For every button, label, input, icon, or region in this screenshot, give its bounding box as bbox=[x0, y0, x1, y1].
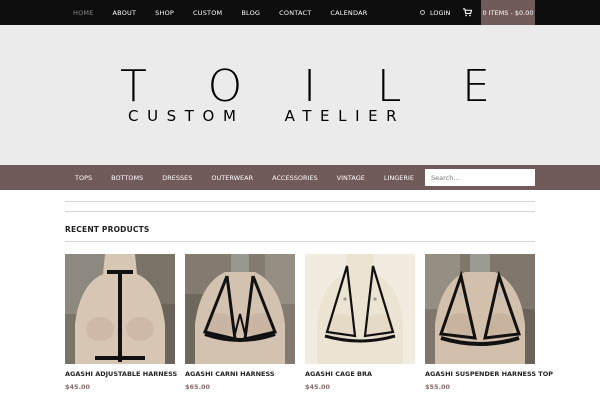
product-price: $65.00 bbox=[185, 383, 211, 391]
product-name[interactable]: AGASHI CARNI HARNESS bbox=[185, 370, 275, 378]
login-link[interactable]: LOGIN bbox=[420, 0, 450, 25]
product-name[interactable]: AGASHI ADJUSTABLE HARNESS bbox=[65, 370, 177, 378]
product-image[interactable] bbox=[65, 254, 175, 364]
nav-calendar[interactable]: CALENDAR bbox=[330, 9, 367, 17]
nav-about[interactable]: ABOUT bbox=[113, 9, 137, 17]
top-nav: HOME ABOUT SHOP CUSTOM BLOG CONTACT CALE… bbox=[73, 0, 386, 25]
product-card[interactable]: AGASHI CAGE BRA $45.00 bbox=[305, 254, 415, 391]
nav-custom[interactable]: CUSTOM bbox=[193, 9, 222, 17]
top-bar: HOME ABOUT SHOP CUSTOM BLOG CONTACT CALE… bbox=[0, 0, 600, 25]
user-icon bbox=[420, 10, 425, 15]
product-card[interactable]: AGASHI ADJUSTABLE HARNESS $45.00 bbox=[65, 254, 177, 391]
product-card[interactable]: AGASHI CARNI HARNESS $65.00 bbox=[185, 254, 295, 391]
product-price: $45.00 bbox=[65, 383, 91, 391]
category-dresses[interactable]: DRESSES bbox=[162, 174, 192, 182]
product-image[interactable] bbox=[305, 254, 415, 364]
logo-letter: E bbox=[462, 61, 490, 112]
site-logo[interactable]: T O I L E bbox=[120, 65, 490, 109]
site-header: T O I L E CUSTOM ATELIER bbox=[0, 25, 600, 165]
category-nav: TOPS BOTTOMS DRESSES OUTERWEAR ACCESSORI… bbox=[75, 165, 433, 190]
login-label: LOGIN bbox=[430, 8, 451, 17]
category-vintage[interactable]: VINTAGE bbox=[337, 174, 365, 182]
category-accessories[interactable]: ACCESSORIES bbox=[272, 174, 318, 182]
recent-products-title: RECENT PRODUCTS bbox=[65, 225, 150, 234]
product-name[interactable]: AGASHI SUSPENDER HARNESS TOP bbox=[425, 370, 553, 378]
logo-subtitle: CUSTOM ATELIER bbox=[128, 107, 406, 125]
nav-shop[interactable]: SHOP bbox=[155, 9, 174, 17]
category-bottoms[interactable]: BOTTOMS bbox=[111, 174, 143, 182]
product-card[interactable]: AGASHI SUSPENDER HARNESS TOP $55.00 bbox=[425, 254, 553, 391]
category-outerwear[interactable]: OUTERWEAR bbox=[211, 174, 253, 182]
divider bbox=[65, 201, 535, 202]
category-lingerie[interactable]: LINGERIE bbox=[384, 174, 414, 182]
logo-letter: L bbox=[376, 61, 402, 112]
search-input[interactable] bbox=[425, 169, 535, 186]
nav-contact[interactable]: CONTACT bbox=[279, 9, 311, 17]
cart-summary-button[interactable]: 0 ITEMS - $0.00 bbox=[481, 0, 535, 25]
divider bbox=[65, 211, 535, 212]
cart-icon[interactable] bbox=[463, 8, 472, 17]
product-price: $55.00 bbox=[425, 383, 451, 391]
product-name[interactable]: AGASHI CAGE BRA bbox=[305, 370, 372, 378]
nav-blog[interactable]: BLOG bbox=[241, 9, 260, 17]
logo-letter: I bbox=[303, 61, 317, 112]
product-image[interactable] bbox=[185, 254, 295, 364]
logo-letter: T bbox=[120, 61, 147, 112]
divider bbox=[65, 241, 535, 242]
category-tops[interactable]: TOPS bbox=[75, 174, 92, 182]
nav-home[interactable]: HOME bbox=[73, 9, 94, 17]
product-price: $45.00 bbox=[305, 383, 331, 391]
cart-summary-label: 0 ITEMS - $0.00 bbox=[482, 8, 534, 17]
product-image[interactable] bbox=[425, 254, 535, 364]
logo-letter: O bbox=[207, 61, 243, 112]
